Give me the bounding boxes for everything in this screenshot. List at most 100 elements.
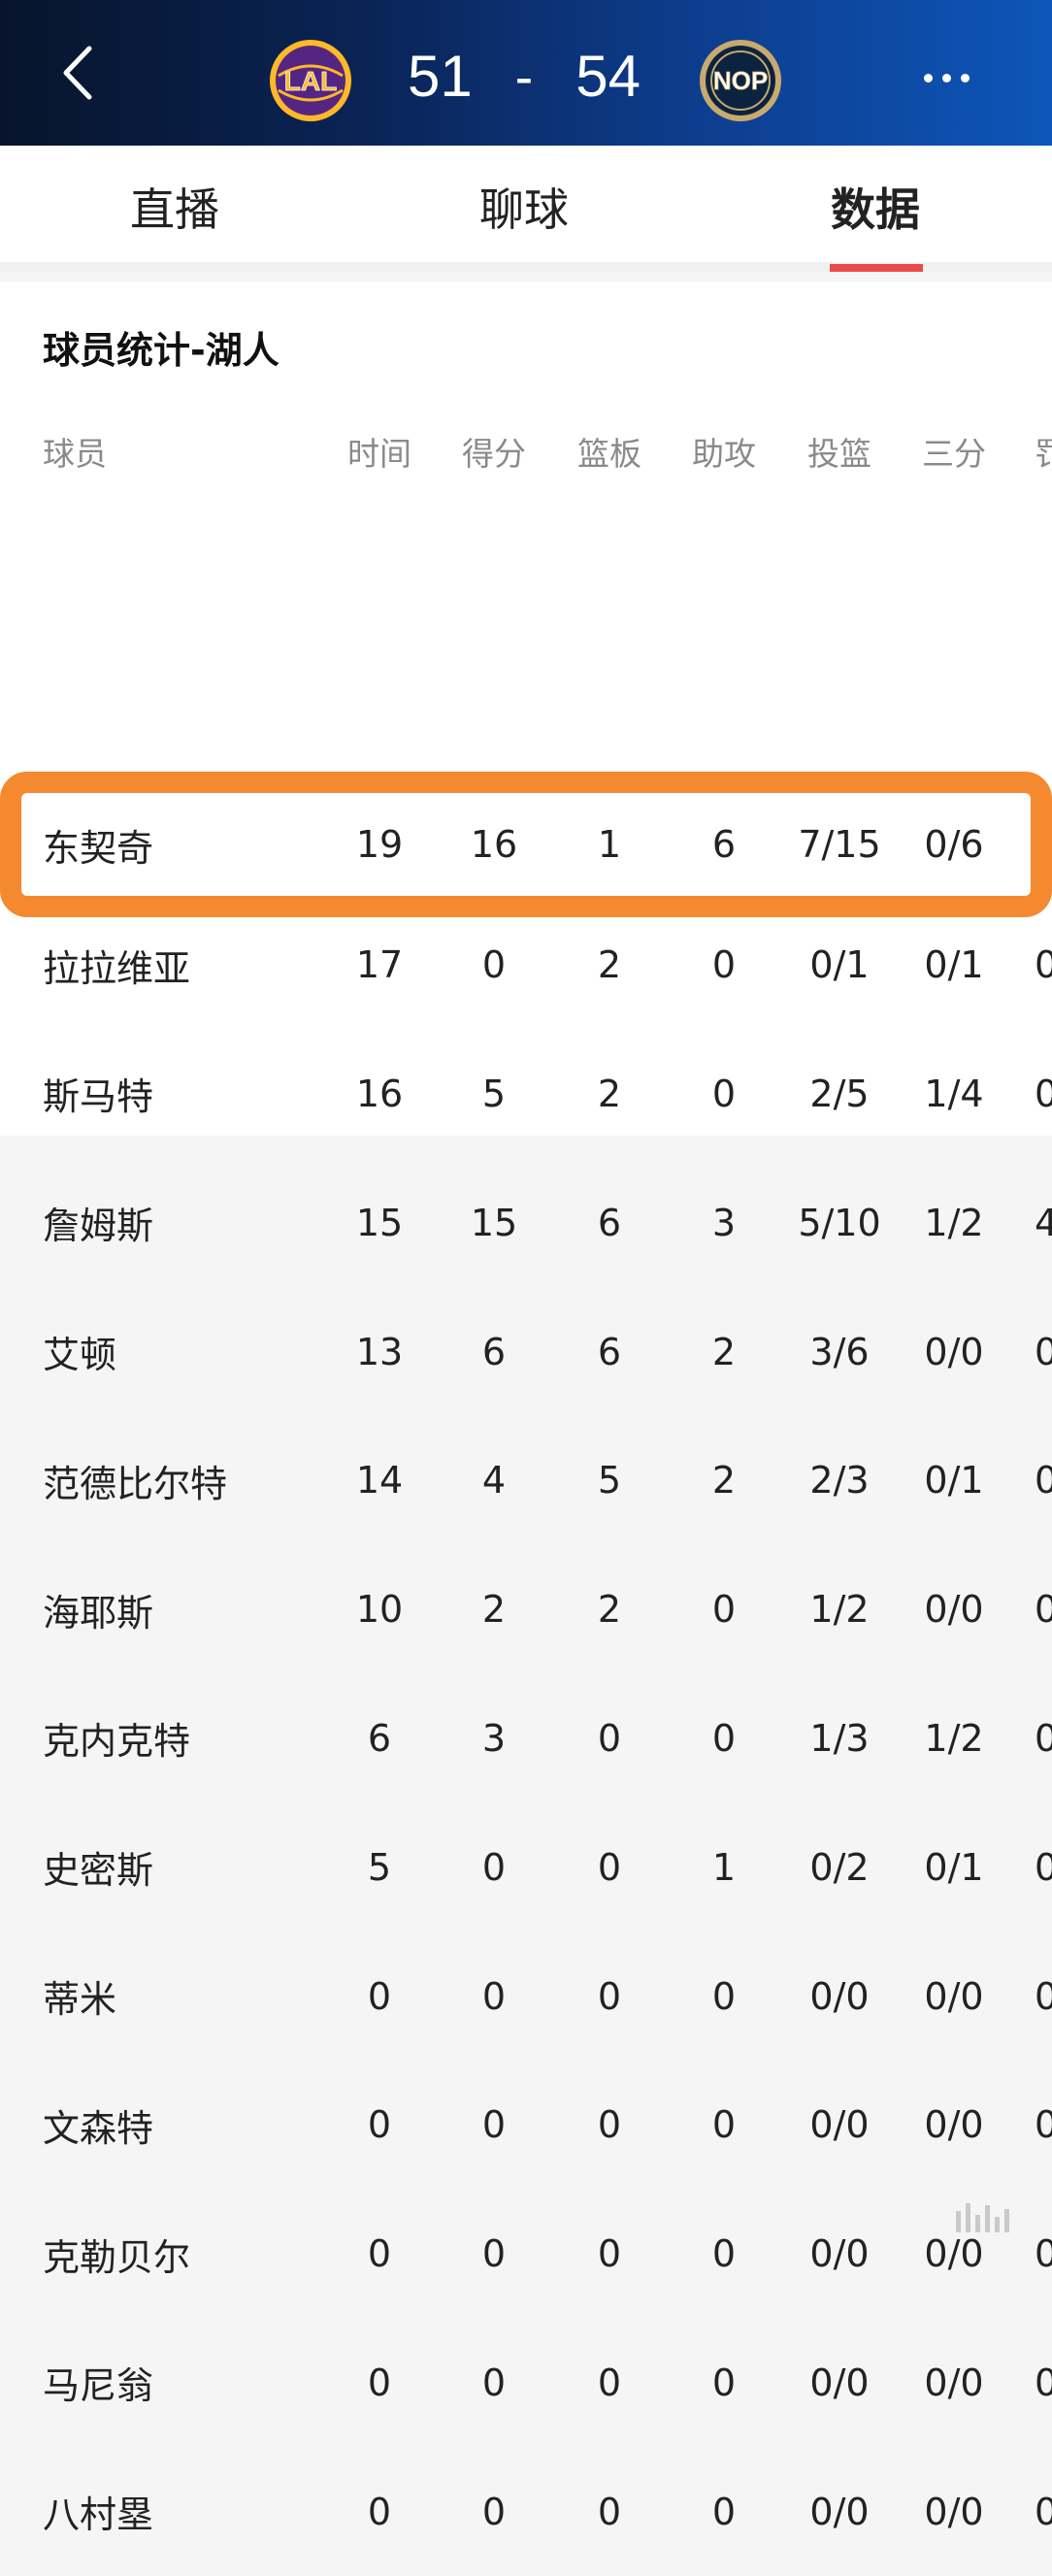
stat-cell-pts: 4 (481, 1459, 507, 1503)
player-row[interactable]: 东契奇 19 16 1 6 7/15 0/6 (0, 772, 1052, 917)
tab-live[interactable]: 直播 (107, 175, 243, 272)
stat-cell-ast: 0 (711, 943, 737, 987)
stat-cell-ft: 0 (1035, 2490, 1052, 2533)
player-row[interactable]: 拉拉维亚 17 0 2 0 0/1 0/1 0 (0, 901, 1052, 1030)
stat-cell-min: 0 (367, 2232, 392, 2276)
stat-cell-tp: 0/0 (924, 2103, 984, 2147)
stat-cell-ft: 0 (1035, 943, 1052, 987)
watermark (956, 2203, 1009, 2232)
player-row[interactable]: 蒂米 0 0 0 0 0/0 0/0 0 (0, 1932, 1052, 2061)
stat-cell-reb: 6 (597, 1330, 622, 1373)
column-header[interactable]: 得分 (444, 398, 543, 505)
stat-cell-fg: 5/10 (798, 1201, 881, 1244)
stat-cell-ast: 2 (711, 1330, 737, 1373)
stat-cell-fg: 2/5 (809, 1072, 870, 1115)
column-header[interactable]: 三分 (904, 398, 1003, 505)
stat-cell-fg: 3/6 (809, 1330, 870, 1373)
stat-cell-fg: 0/0 (809, 2490, 870, 2533)
player-row[interactable]: 海耶斯 10 2 2 0 1/2 0/0 0 (0, 1545, 1052, 1674)
stat-cell-ft: 4 (1035, 1201, 1052, 1244)
stat-cell-tp: 1/4 (924, 1072, 984, 1115)
stat-cell-reb: 0 (597, 2232, 622, 2276)
stat-cell-reb: 6 (597, 1201, 622, 1244)
stat-cell-min: 10 (355, 1588, 404, 1632)
player-name[interactable]: 克内克特 (43, 1674, 334, 1803)
stat-cell-min: 16 (355, 1072, 404, 1115)
column-header[interactable]: 罚 (1035, 398, 1052, 505)
stat-cell-min: 0 (367, 2361, 392, 2404)
column-header[interactable]: 投篮 (789, 398, 890, 505)
stat-cell-reb: 0 (597, 1716, 622, 1760)
player-row[interactable]: 文森特 0 0 0 0 0/0 0/0 0 (0, 2061, 1052, 2190)
stat-cell-pts: 15 (470, 1201, 518, 1244)
stat-cell-ft: 0 (1035, 2361, 1052, 2404)
stat-cell-ft: 0 (1035, 1459, 1052, 1503)
stat-cell-pts: 0 (481, 1974, 507, 2018)
player-row[interactable]: 史密斯 5 0 0 1 0/2 0/1 0 (0, 1802, 1052, 1932)
player-row[interactable]: 八村塁 0 0 0 0 0/0 0/0 0 (0, 2447, 1052, 2576)
stat-cell-fg: 1/2 (809, 1588, 870, 1632)
player-name[interactable]: 东契奇 (43, 772, 334, 917)
stat-cell-pts: 3 (481, 1716, 507, 1760)
stat-cell-tp: 0/0 (924, 1974, 984, 2018)
stat-cell-ast: 6 (711, 823, 737, 866)
stat-cell-fg: 1/3 (809, 1716, 870, 1760)
player-name[interactable]: 海耶斯 (43, 1545, 334, 1674)
stat-cell-fg: 7/15 (798, 823, 881, 866)
game-score: 51 - 54 (408, 37, 641, 115)
column-header[interactable]: 篮板 (560, 398, 659, 505)
stat-cell-tp: 0/1 (924, 1459, 984, 1503)
stat-cell-tp: 0/1 (924, 943, 984, 987)
stat-cell-fg: 0/1 (809, 943, 870, 987)
stat-cell-min: 0 (367, 1974, 392, 2018)
player-name[interactable]: 文森特 (43, 2061, 334, 2190)
player-name[interactable]: 马尼翁 (43, 2319, 334, 2448)
player-name[interactable]: 史密斯 (43, 1802, 334, 1932)
nop-team-logo[interactable]: NOP (697, 37, 784, 124)
stat-cell-min: 17 (355, 943, 404, 987)
stat-cell-ft: 0 (1035, 1845, 1052, 1889)
column-header[interactable]: 助攻 (674, 398, 773, 505)
stat-cell-reb: 0 (597, 2361, 622, 2404)
tab-chat[interactable]: 聊球 (456, 175, 592, 272)
column-header: 球员 (43, 435, 107, 473)
player-row[interactable]: 艾顿 13 6 6 2 3/6 0/0 0 (0, 1287, 1052, 1416)
player-name[interactable]: 拉拉维亚 (43, 901, 334, 1030)
stat-cell-pts: 0 (481, 943, 507, 987)
player-name[interactable]: 斯马特 (43, 1030, 334, 1159)
tab-bar: 直播 聊球 数据 (0, 146, 1052, 272)
more-options-button[interactable] (907, 58, 985, 97)
player-row[interactable]: 克内克特 6 3 0 0 1/3 1/2 0 (0, 1674, 1052, 1803)
stat-cell-pts: 0 (481, 2490, 507, 2533)
player-name[interactable]: 克勒贝尔 (43, 2190, 334, 2319)
player-row[interactable]: 范德比尔特 14 4 5 2 2/3 0/1 0 (0, 1416, 1052, 1545)
stat-cell-pts: 2 (481, 1588, 507, 1632)
player-name[interactable]: 詹姆斯 (43, 1158, 334, 1287)
player-name[interactable]: 范德比尔特 (43, 1416, 334, 1545)
player-name[interactable]: 八村塁 (43, 2447, 334, 2576)
player-row[interactable]: 克勒贝尔 0 0 0 0 0/0 0/0 0 (0, 2190, 1052, 2319)
player-name[interactable]: 蒂米 (43, 1932, 334, 2061)
stat-cell-pts: 5 (481, 1072, 507, 1115)
player-row[interactable]: 斯马特 16 5 2 0 2/5 1/4 0 (0, 1030, 1052, 1159)
stat-cell-ft: 0 (1035, 1974, 1052, 2018)
stat-cell-min: 15 (355, 1201, 404, 1244)
stat-cell-min: 5 (367, 1845, 392, 1889)
player-row[interactable]: 詹姆斯 15 15 6 3 5/10 1/2 4 (0, 1158, 1052, 1287)
more-dot-icon (960, 73, 970, 83)
stat-cell-reb: 1 (597, 823, 622, 866)
player-row[interactable]: 马尼翁 0 0 0 0 0/0 0/0 0 (0, 2319, 1052, 2448)
stat-cell-tp: 1/2 (924, 1716, 984, 1760)
stat-cell-tp: 0/0 (924, 2490, 984, 2533)
tab-data[interactable]: 数据 (807, 175, 943, 272)
back-arrow-icon (63, 46, 92, 100)
lal-team-logo[interactable]: LAL (267, 37, 354, 124)
stat-cell-min: 6 (367, 1716, 392, 1760)
column-header[interactable]: 时间 (330, 398, 429, 505)
stat-cell-ast: 0 (711, 1588, 737, 1632)
player-name[interactable]: 艾顿 (43, 1287, 334, 1416)
stat-cell-fg: 0/0 (809, 1974, 870, 2018)
score-separator: - (514, 45, 534, 107)
stat-cell-pts: 0 (481, 2361, 507, 2404)
back-button[interactable] (49, 44, 107, 102)
